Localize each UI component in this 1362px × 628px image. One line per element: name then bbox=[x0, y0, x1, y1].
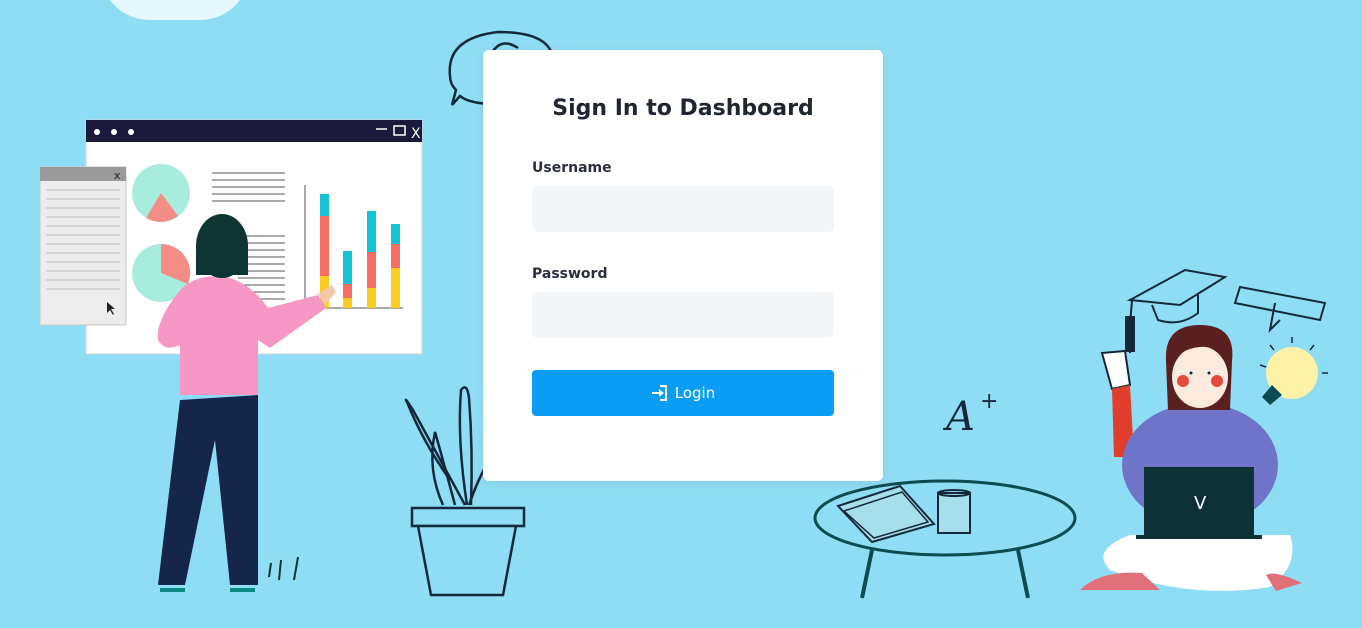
student-laptop-illustration: V bbox=[1080, 268, 1328, 591]
popup-close-glyph: x bbox=[114, 169, 121, 182]
password-label: Password bbox=[532, 266, 608, 282]
laptop-logo: V bbox=[1194, 493, 1207, 514]
password-input[interactable] bbox=[532, 292, 834, 338]
grade-plus-text: + bbox=[980, 389, 998, 414]
grade-a-text: A bbox=[942, 394, 975, 440]
dashboard-presenter-illustration: X x bbox=[39, 119, 423, 592]
username-label: Username bbox=[532, 160, 612, 176]
sign-in-icon bbox=[651, 385, 667, 401]
login-button[interactable]: Login bbox=[532, 370, 834, 416]
username-input[interactable] bbox=[532, 186, 834, 232]
window-close-glyph: X bbox=[411, 126, 421, 142]
login-button-label: Login bbox=[674, 384, 716, 402]
background-cloud bbox=[100, 0, 250, 20]
login-card: Sign In to Dashboard Username Password L… bbox=[483, 50, 883, 481]
login-title: Sign In to Dashboard bbox=[552, 96, 814, 121]
